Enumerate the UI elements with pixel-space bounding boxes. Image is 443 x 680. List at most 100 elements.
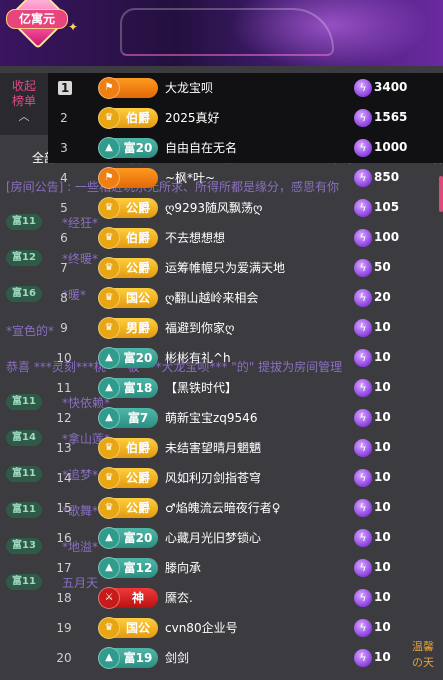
rank-emblem-icon: ♛ — [98, 287, 120, 309]
chat-level-badge: 富13 — [6, 538, 42, 554]
ranking-row[interactable]: 11 ▲ 富18 【黑铁时代】 ϟ 10 — [48, 373, 443, 403]
level-badge-label: 伯爵 — [125, 441, 150, 455]
user-name[interactable]: 风如利刃剑指苍穹 — [165, 469, 261, 486]
chevron-up-icon: ︿ — [18, 110, 30, 123]
ranking-row[interactable]: 12 ▲ 富7 萌新宝宝zq9546 ϟ 10 — [48, 403, 443, 433]
user-name[interactable]: ღ9293随风飘荡ღ — [165, 199, 262, 216]
level-badge-label: 富20 — [123, 531, 153, 545]
rank-emblem-icon: ♛ — [98, 437, 120, 459]
rank-number: 6 — [60, 231, 68, 245]
user-name[interactable]: ♂焰魄流云暗夜行者♀ — [165, 499, 281, 516]
contribution-score: 10 — [374, 590, 391, 604]
sports-car-graphic — [120, 8, 334, 56]
ranking-row[interactable]: 10 ▲ 富20 彬彬有礼^h ϟ 10 — [48, 343, 443, 373]
ranking-row[interactable]: 8 ♛ 国公 ღ翻山越岭来相会 ϟ 20 — [48, 283, 443, 313]
lightning-icon: ϟ — [354, 379, 372, 397]
user-name[interactable]: 彬彬有礼^h — [165, 349, 231, 366]
user-name[interactable]: 萌新宝宝zq9546 — [165, 409, 257, 426]
rank-number: 12 — [56, 411, 72, 425]
contribution-score: 1000 — [374, 140, 408, 154]
ranking-row[interactable]: 1 ⚑ 大龙宝呗 ϟ 3400 — [48, 73, 443, 103]
user-name[interactable]: cvn80企业号 — [165, 619, 238, 636]
ranking-row[interactable]: 16 ▲ 富20 心藏月光旧梦锁心 ϟ 10 — [48, 523, 443, 553]
level-badge: ♛ 公爵 — [98, 467, 158, 489]
user-name[interactable]: 滕向承 — [165, 559, 201, 576]
contribution-score: 10 — [374, 500, 391, 514]
user-name[interactable]: 心藏月光旧梦锁心 — [165, 529, 261, 546]
chat-level-badge: 富11 — [6, 502, 42, 518]
ranking-row[interactable]: 4 ⚑ ~枫*叶~ ϟ 850 — [48, 163, 443, 193]
rank-emblem-icon: ▲ — [98, 137, 120, 159]
lightning-icon: ϟ — [354, 109, 372, 127]
level-badge: ▲ 富7 — [98, 407, 158, 429]
ranking-row[interactable]: 3 ▲ 富20 自由自在无名 ϟ 1000 — [48, 133, 443, 163]
rank-number: 5 — [60, 201, 68, 215]
user-name[interactable]: ღ翻山越岭来相会 — [165, 289, 258, 306]
level-badge: ▲ 富19 — [98, 647, 158, 669]
contribution-score: 10 — [374, 650, 391, 664]
level-badge-label: 神 — [131, 591, 144, 605]
chat-level-badge: 富16 — [6, 286, 42, 302]
level-badge: ♛ 男爵 — [98, 317, 158, 339]
ranking-row[interactable]: 13 ♛ 伯爵 未结害望晴月魍魉 ϟ 10 — [48, 433, 443, 463]
ranking-row[interactable]: 7 ♛ 公爵 运筹帷幄只为爱满天地 ϟ 50 — [48, 253, 443, 283]
user-name[interactable]: 福避到你家ღ — [165, 319, 234, 336]
contribution-score: 10 — [374, 320, 391, 334]
rank-number: 18 — [56, 591, 72, 605]
chat-text: *宣色的* — [6, 324, 55, 338]
contribution-score: 10 — [374, 350, 391, 364]
rank-emblem-icon: ♛ — [98, 227, 120, 249]
ranking-row[interactable]: 17 ▲ 富12 滕向承 ϟ 10 — [48, 553, 443, 583]
user-name[interactable]: 运筹帷幄只为爱满天地 — [165, 259, 285, 276]
rank-number: 8 — [60, 291, 68, 305]
user-name[interactable]: 自由自在无名 — [165, 139, 237, 156]
level-badge: ⚑ — [98, 167, 158, 189]
user-name[interactable]: 剑剑 — [165, 649, 189, 666]
rank-number: 9 — [60, 321, 68, 335]
user-name[interactable]: 2025真好 — [165, 109, 220, 126]
user-name[interactable]: 黡厺. — [165, 589, 193, 606]
rank-emblem-icon: ▲ — [98, 647, 120, 669]
ranking-row[interactable]: 9 ♛ 男爵 福避到你家ღ ϟ 10 — [48, 313, 443, 343]
ranking-row[interactable]: 18 ⚔ 神黡厺. ϟ 10 — [48, 583, 443, 613]
lightning-icon: ϟ — [354, 499, 372, 517]
level-badge-label: 男爵 — [125, 321, 150, 335]
ranking-row[interactable]: 6 ♛ 伯爵 不去想想想 ϟ 100 — [48, 223, 443, 253]
lightning-icon: ϟ — [354, 169, 372, 187]
rank-emblem-icon: ♛ — [98, 257, 120, 279]
ranking-row[interactable]: 14 ♛ 公爵 风如利刃剑指苍穹 ϟ 10 — [48, 463, 443, 493]
lightning-icon: ϟ — [354, 649, 372, 667]
collapse-list-button[interactable]: 收起 榜单 ︿ — [0, 73, 48, 135]
level-badge: ▲ 富18 — [98, 377, 158, 399]
ranking-row[interactable]: 19 ♛ 国公 cvn80企业号 ϟ 10 — [48, 613, 443, 643]
user-name[interactable]: 大龙宝呗 — [165, 79, 213, 96]
level-badge: ♛ 国公 — [98, 287, 158, 309]
rank-number: 13 — [56, 441, 72, 455]
contribution-score: 10 — [374, 440, 391, 454]
level-badge-label: 公爵 — [125, 261, 150, 275]
rank-emblem-icon: ▲ — [98, 377, 120, 399]
user-name[interactable]: ~枫*叶~ — [165, 169, 215, 186]
contribution-score: 100 — [374, 230, 400, 244]
user-name[interactable]: 【黑铁时代】 — [165, 379, 237, 396]
rank-emblem-icon: ⚑ — [98, 77, 120, 99]
lightning-icon: ϟ — [354, 529, 372, 547]
rank-number: 4 — [60, 171, 68, 185]
ranking-row[interactable]: 15 ♛ 公爵 ♂焰魄流云暗夜行者♀ ϟ 10 — [48, 493, 443, 523]
ranking-row[interactable]: 5 ♛ 公爵 ღ9293随风飘荡ღ ϟ 105 — [48, 193, 443, 223]
collapse-label-1: 收起 — [11, 79, 36, 93]
lightning-icon: ϟ — [354, 319, 372, 337]
ranking-list: 1 ⚑ 大龙宝呗 ϟ 3400 2 ♛ 伯爵 2025真好 ϟ 1565 3 ▲ 富20 自由自在无名 ϟ 10… — [48, 73, 443, 673]
lightning-icon: ϟ — [354, 559, 372, 577]
rank-number: 19 — [56, 621, 72, 635]
lightning-icon: ϟ — [354, 619, 372, 637]
ranking-row[interactable]: 20 ▲ 富19 剑剑 ϟ 10 — [48, 643, 443, 673]
lightning-icon: ϟ — [354, 79, 372, 97]
ranking-row[interactable]: 2 ♛ 伯爵 2025真好 ϟ 1565 — [48, 103, 443, 133]
level-badge: ♛ 公爵 — [98, 257, 158, 279]
level-badge: ⚑ — [98, 77, 158, 99]
rank-number: 20 — [56, 651, 72, 665]
user-name[interactable]: 未结害望晴月魍魉 — [165, 439, 261, 456]
user-name[interactable]: 不去想想想 — [165, 229, 225, 246]
rank-emblem-icon: ▲ — [98, 527, 120, 549]
